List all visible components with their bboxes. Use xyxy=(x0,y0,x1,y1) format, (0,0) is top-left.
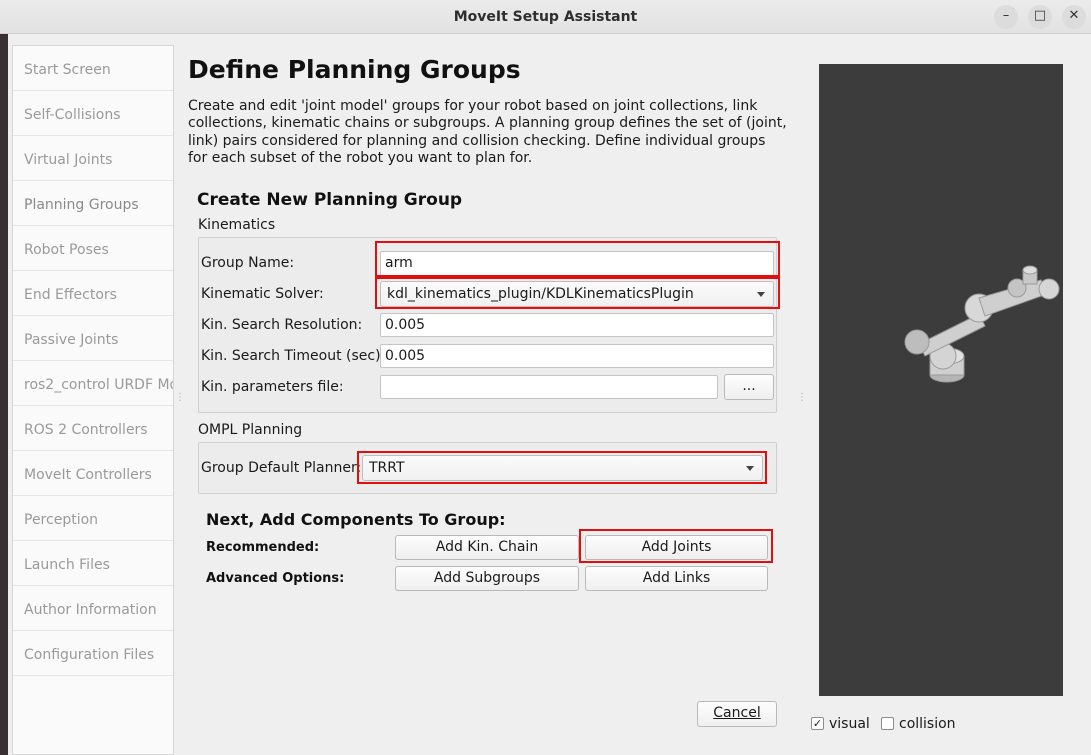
sidebar-item-robot-poses[interactable]: Robot Poses xyxy=(13,226,173,271)
sidebar-item-virtual-joints[interactable]: Virtual Joints xyxy=(13,136,173,181)
kinematics-heading: Kinematics xyxy=(198,217,276,233)
collision-label: collision xyxy=(899,716,956,732)
visual-checkbox[interactable]: ✓ xyxy=(811,717,824,730)
splitter-handle-right[interactable]: ⋮ xyxy=(797,392,807,403)
minimize-button[interactable]: – xyxy=(994,5,1018,29)
default-planner-value: TRRT xyxy=(369,460,405,476)
window-title: MoveIt Setup Assistant xyxy=(453,9,638,25)
close-button[interactable]: ✕ xyxy=(1062,5,1086,29)
chevron-down-icon xyxy=(746,466,754,471)
search-resolution-input[interactable]: 0.005 xyxy=(380,313,774,337)
default-planner-select[interactable]: TRRT xyxy=(362,455,763,481)
robot-arm-model xyxy=(904,265,1060,383)
advanced-options-label: Advanced Options: xyxy=(206,571,345,586)
cancel-button[interactable]: Cancel xyxy=(697,701,777,727)
visual-label: visual xyxy=(829,716,870,732)
sidebar-item-configuration-files[interactable]: Configuration Files xyxy=(13,631,173,676)
kinematic-solver-label: Kinematic Solver: xyxy=(201,286,324,302)
title-bar: MoveIt Setup Assistant – □ ✕ xyxy=(0,0,1091,34)
add-joints-button[interactable]: Add Joints xyxy=(585,535,768,560)
search-resolution-label: Kin. Search Resolution: xyxy=(201,317,363,333)
sidebar-item-end-effectors[interactable]: End Effectors xyxy=(13,271,173,316)
default-planner-label: Group Default Planner: xyxy=(201,460,362,476)
splitter-handle-left[interactable]: ⋮ xyxy=(175,392,185,403)
search-timeout-input[interactable]: 0.005 xyxy=(380,344,774,368)
sidebar-item-moveit-controllers[interactable]: MoveIt Controllers xyxy=(13,451,173,496)
kin-params-file-input[interactable] xyxy=(380,375,718,399)
group-name-label: Group Name: xyxy=(201,255,295,271)
sidebar-item-ros2-controllers[interactable]: ROS 2 Controllers xyxy=(13,406,173,451)
page-description: Create and edit 'joint model' groups for… xyxy=(188,98,787,166)
desktop-edge xyxy=(0,34,8,755)
sidebar-item-self-collisions[interactable]: Self-Collisions xyxy=(13,91,173,136)
sidebar-item-planning-groups[interactable]: Planning Groups xyxy=(13,181,173,226)
browse-button[interactable]: ... xyxy=(724,374,774,400)
add-subgroups-button[interactable]: Add Subgroups xyxy=(395,566,579,591)
sidebar-item-start-screen[interactable]: Start Screen xyxy=(13,46,173,91)
ompl-heading: OMPL Planning xyxy=(198,422,303,438)
add-kin-chain-button[interactable]: Add Kin. Chain xyxy=(395,535,579,560)
sidebar-item-author-information[interactable]: Author Information xyxy=(13,586,173,631)
recommended-label: Recommended: xyxy=(206,540,320,555)
search-timeout-label: Kin. Search Timeout (sec): xyxy=(201,348,386,364)
robot-viewport[interactable] xyxy=(819,64,1063,696)
chevron-down-icon xyxy=(757,292,765,297)
group-name-input[interactable]: arm xyxy=(380,251,774,276)
kin-params-file-label: Kin. parameters file: xyxy=(201,379,344,395)
kinematic-solver-value: kdl_kinematics_plugin/KDLKinematicsPlugi… xyxy=(387,286,694,302)
collision-checkbox[interactable] xyxy=(881,717,894,730)
page-title: Define Planning Groups xyxy=(188,55,521,84)
sidebar-item-ros2-control-urdf[interactable]: ros2_control URDF Modifications xyxy=(13,361,173,406)
maximize-button[interactable]: □ xyxy=(1028,5,1052,29)
components-title: Next, Add Components To Group: xyxy=(206,510,506,529)
add-links-button[interactable]: Add Links xyxy=(585,566,768,591)
kinematic-solver-select[interactable]: kdl_kinematics_plugin/KDLKinematicsPlugi… xyxy=(380,281,774,307)
create-group-title: Create New Planning Group xyxy=(197,190,463,210)
sidebar-item-passive-joints[interactable]: Passive Joints xyxy=(13,316,173,361)
sidebar-nav: Start Screen Self-Collisions Virtual Joi… xyxy=(12,45,174,755)
sidebar-item-launch-files[interactable]: Launch Files xyxy=(13,541,173,586)
sidebar-item-perception[interactable]: Perception xyxy=(13,496,173,541)
